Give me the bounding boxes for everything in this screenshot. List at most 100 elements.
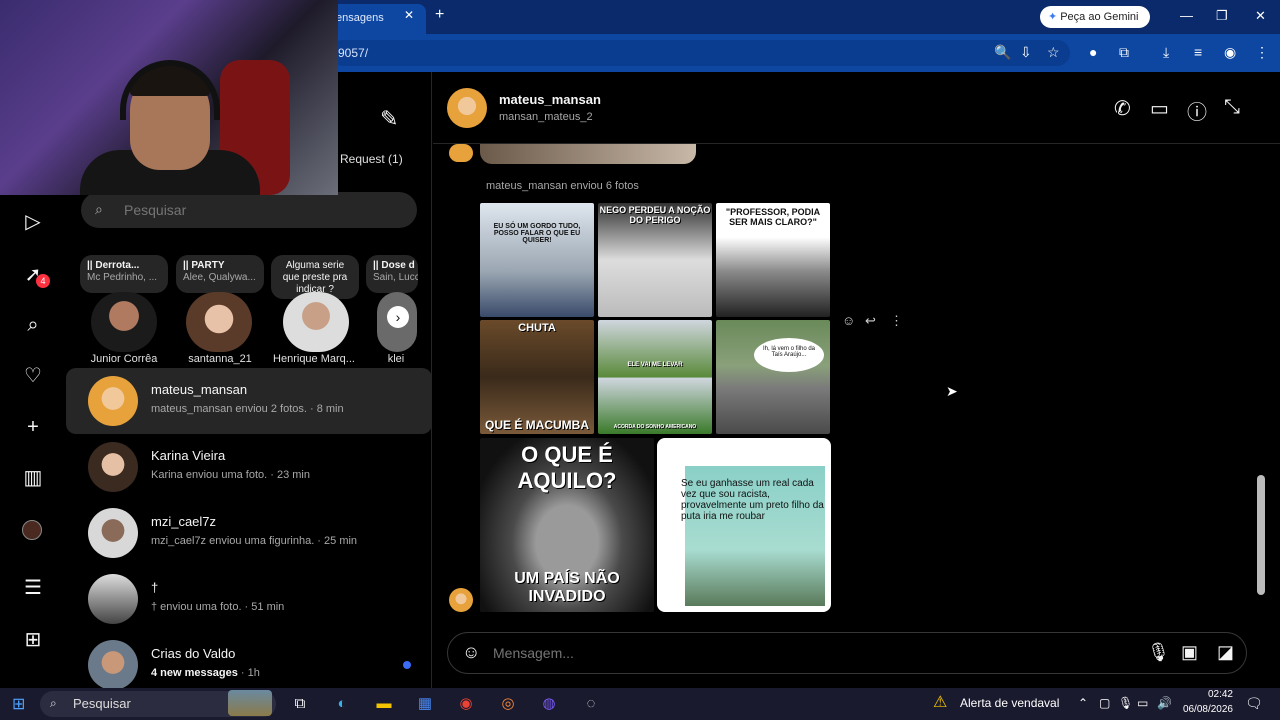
- maximize-icon[interactable]: ❐: [1216, 8, 1228, 24]
- chat-title[interactable]: mateus_mansan: [499, 92, 601, 107]
- weather-alert[interactable]: Alerta de vendaval: [960, 696, 1059, 710]
- url-text: 9057/: [338, 46, 369, 60]
- new-tab-icon[interactable]: +: [435, 6, 444, 24]
- meme-photo[interactable]: Ih, lá vem o filho da Taís Araújo...: [716, 320, 830, 434]
- thread-preview: Karina enviou uma foto. · 23 min: [151, 469, 310, 481]
- media-icon[interactable]: ≡: [1194, 44, 1202, 60]
- meme-photo[interactable]: O QUE É AQUILO? UM PAÍS NÃO INVADIDO: [480, 438, 654, 612]
- meme-photo[interactable]: NEGO PERDEU A NOÇÃO DO PERIGO: [598, 203, 712, 317]
- dashboard-icon[interactable]: ▥: [20, 465, 46, 491]
- notification-center-icon[interactable]: 🗨: [1245, 695, 1263, 712]
- task-view-icon[interactable]: ⧉: [290, 694, 310, 714]
- more-icon[interactable]: ⋮: [890, 313, 903, 329]
- requests-link[interactable]: Request (1): [340, 152, 403, 166]
- photo-caption: ELE VAI ME LEVAR: [627, 362, 683, 368]
- chevron-right-icon[interactable]: ›: [387, 306, 409, 328]
- search-input[interactable]: [124, 202, 384, 218]
- chat-avatar[interactable]: [447, 88, 487, 128]
- bookmark-star-icon[interactable]: ☆: [1047, 44, 1060, 61]
- meme-photo[interactable]: "PROFESSOR, PODIA SER MAIS CLARO?": [716, 203, 830, 317]
- story-name: santanna_21: [188, 353, 252, 365]
- previous-photo[interactable]: [480, 144, 696, 164]
- browser-menu-icon[interactable]: ⋮: [1255, 44, 1269, 61]
- react-icon[interactable]: ☺: [842, 313, 855, 328]
- thread-item[interactable]: Crias do Valdo 4 new messages · 1h: [66, 632, 432, 688]
- thread-item[interactable]: Karina Vieira Karina enviou uma foto. · …: [66, 434, 432, 500]
- photo-caption: Ih, lá vem o filho da Taís Araújo...: [754, 338, 824, 372]
- compose-icon[interactable]: ✎: [380, 106, 398, 132]
- apps-icon[interactable]: ⊞: [20, 627, 46, 653]
- microphone-icon[interactable]: 🎙: [1118, 696, 1133, 710]
- webcam-overlay: [0, 0, 338, 195]
- note-bubble[interactable]: || Dose d Sain, Lucc: [366, 255, 418, 293]
- info-icon[interactable]: ⓘ: [1187, 96, 1207, 125]
- phone-icon[interactable]: ✆: [1114, 96, 1131, 121]
- zoom-icon[interactable]: 🔍: [994, 44, 1011, 61]
- note-bubble[interactable]: || PARTY Alee, Qualywa...: [176, 255, 264, 293]
- close-window-icon[interactable]: ✕: [1255, 8, 1266, 24]
- app-icon[interactable]: ◎: [498, 694, 518, 714]
- story-avatar[interactable]: [186, 292, 252, 352]
- thread-name: †: [151, 580, 159, 595]
- microphone-icon[interactable]: 🎙: [1147, 642, 1170, 663]
- clock-time[interactable]: 02:42: [1193, 689, 1233, 700]
- collapse-icon[interactable]: ⤡: [1224, 96, 1240, 119]
- reply-icon[interactable]: ↩: [865, 313, 876, 329]
- notification-badge: 4: [36, 274, 50, 288]
- sent-photos-label: mateus_mansan enviou 6 fotos: [486, 180, 639, 192]
- note-bubble[interactable]: || Derrota... Mc Pedrinho, ...: [80, 255, 168, 293]
- app-icon[interactable]: ◌: [581, 694, 601, 714]
- image-icon[interactable]: ▣: [1181, 642, 1198, 663]
- downloads-icon[interactable]: ⤓: [1163, 44, 1169, 61]
- thread-preview: 4 new messages · 1h: [151, 667, 260, 679]
- menu-icon[interactable]: ☰: [20, 575, 46, 601]
- clock-date[interactable]: 06/08/2026: [1180, 704, 1233, 715]
- heart-icon[interactable]: ♡: [20, 363, 46, 389]
- unread-count: 4 new messages: [151, 667, 238, 679]
- browser-profile-icon[interactable]: ◉: [1224, 44, 1236, 61]
- tray-icon[interactable]: ▢: [1099, 696, 1110, 710]
- video-icon[interactable]: ▭: [1150, 96, 1169, 121]
- search-highlight-image: [228, 690, 272, 716]
- meme-photo[interactable]: CHUTA QUE É MACUMBA: [480, 320, 594, 434]
- network-icon[interactable]: ▭: [1137, 696, 1148, 710]
- message-input[interactable]: [493, 645, 1093, 661]
- thread-item[interactable]: mateus_mansan mateus_mansan enviou 2 fot…: [66, 368, 432, 434]
- search-icon: ⌕: [50, 696, 57, 710]
- meme-photo[interactable]: Se eu ganhasse um real cada vez que sou …: [657, 438, 831, 612]
- profile-avatar[interactable]: [22, 520, 42, 540]
- search-icon[interactable]: ⌕: [20, 312, 46, 338]
- warning-icon[interactable]: ⚠: [933, 692, 947, 712]
- volume-icon[interactable]: 🔊: [1157, 696, 1172, 710]
- note-sub: Alee, Qualywa...: [183, 272, 256, 283]
- chevron-up-icon[interactable]: ⌃: [1078, 696, 1088, 710]
- create-icon[interactable]: +: [20, 414, 46, 440]
- sender-avatar: [449, 144, 473, 162]
- minimize-icon[interactable]: —: [1180, 8, 1193, 23]
- extensions-puzzle-icon[interactable]: ⧉: [1119, 44, 1129, 61]
- windows-start-icon[interactable]: ⊞: [12, 694, 25, 714]
- thread-item[interactable]: † † enviou uma foto. · 51 min: [66, 566, 432, 632]
- photo-caption: O QUE É AQUILO?: [517, 442, 617, 493]
- extension-icon[interactable]: ●: [1089, 44, 1097, 60]
- emoji-icon[interactable]: ☺: [462, 642, 480, 663]
- thread-item[interactable]: mzi_cael7z mzi_cael7z enviou uma figurin…: [66, 500, 432, 566]
- edge-icon[interactable]: ◐: [332, 694, 352, 714]
- tab-close-icon[interactable]: ✕: [404, 8, 414, 22]
- scroll-thumb[interactable]: [1257, 475, 1265, 595]
- meme-photo[interactable]: ELE VAI ME LEVAR ACORDA DO SONHO AMERICA…: [598, 320, 712, 434]
- file-explorer-icon[interactable]: ▬: [374, 694, 394, 714]
- reels-icon[interactable]: ▷: [20, 209, 46, 235]
- address-bar[interactable]: 9057/: [330, 40, 1070, 66]
- thread-avatar: [88, 376, 138, 426]
- note-title: || Dose d: [373, 260, 415, 271]
- story-avatar[interactable]: [91, 292, 157, 352]
- install-icon[interactable]: ⇩: [1020, 44, 1032, 61]
- gemini-button[interactable]: ✦ Peça ao Gemini: [1040, 6, 1150, 28]
- chrome-icon[interactable]: ◉: [456, 694, 476, 714]
- app-icon[interactable]: ◍: [539, 694, 559, 714]
- sticker-icon[interactable]: ◪: [1217, 642, 1234, 663]
- meme-photo[interactable]: EU SÓ UM GORDO TUDO, POSSO FALAR O QUE E…: [480, 203, 594, 317]
- store-icon[interactable]: ▦: [415, 694, 435, 714]
- story-avatar[interactable]: [283, 292, 349, 352]
